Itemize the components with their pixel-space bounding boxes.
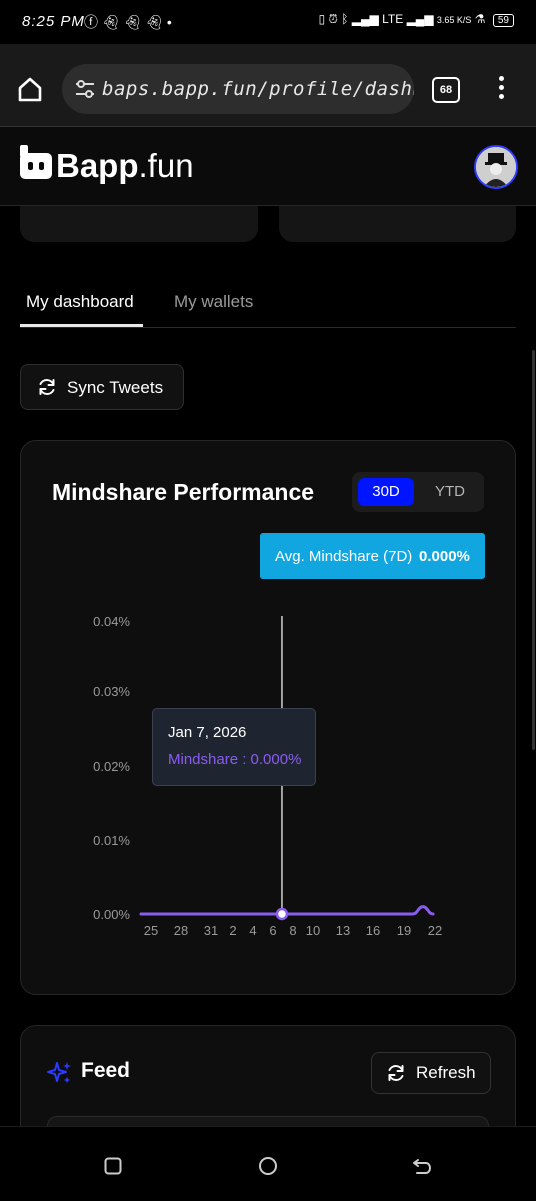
snapchat-icon: 👻︎ — [101, 14, 120, 30]
signal-icon: ▂▄▆ — [406, 12, 434, 26]
y-tick-label: 0.02% — [93, 759, 130, 774]
site-settings-icon[interactable] — [74, 78, 96, 100]
x-tick-label: 4 — [249, 923, 256, 938]
x-tick-label: 25 — [144, 923, 158, 938]
dot-icon: • — [166, 14, 172, 30]
tab-my-wallets[interactable]: My wallets — [174, 292, 253, 312]
bapp-logo-icon — [20, 145, 52, 179]
tooltip-date: Jan 7, 2026 — [168, 724, 247, 741]
x-tick-label: 28 — [174, 923, 188, 938]
status-time: 8:25 PM — [22, 13, 85, 30]
url-bar[interactable]: baps.bapp.fun/profile/dashboard — [62, 64, 414, 114]
x-tick-label: 8 — [289, 923, 296, 938]
scrollbar[interactable] — [532, 350, 535, 750]
browser-menu-icon[interactable] — [496, 76, 506, 106]
y-tick-label: 0.01% — [93, 833, 130, 848]
bluetooth-icon: ᛒ — [341, 12, 349, 26]
x-tick-label: 16 — [366, 923, 380, 938]
logo-suffix: .fun — [138, 147, 194, 184]
range-toggle: 30D YTD — [352, 472, 484, 512]
url-text[interactable]: baps.bapp.fun/profile/dashboard — [102, 78, 414, 100]
recents-icon[interactable] — [104, 1157, 122, 1175]
x-tick-label: 19 — [397, 923, 411, 938]
home-icon[interactable] — [16, 75, 44, 103]
range-30d-button[interactable]: 30D — [358, 478, 414, 506]
home-nav-icon[interactable] — [258, 1156, 278, 1176]
avg-mindshare-value: 0.000% — [419, 548, 470, 565]
range-ytd-button[interactable]: YTD — [422, 478, 478, 506]
sync-icon — [39, 379, 55, 395]
x-tick-label: 2 — [229, 923, 236, 938]
speed-text: 3.65 K/S — [436, 15, 472, 25]
refresh-label: Refresh — [416, 1063, 476, 1082]
tab-divider — [20, 327, 516, 328]
feed-card: Feed Refresh — [20, 1025, 516, 1148]
signal-icon: ▂▄▆ — [351, 12, 379, 26]
y-tick-label: 0.04% — [93, 614, 130, 629]
status-bar: 8:25 PM ⓕ 👻︎ 👻︎ 👻︎ • ▯ ⏰︎ ᛒ ▂▄▆ LTE ▂▄▆ … — [0, 0, 536, 44]
back-icon[interactable] — [412, 1157, 432, 1175]
vibrate-icon: ▯ — [318, 12, 326, 26]
chart-tooltip: Jan 7, 2026 Mindshare : 0.000% — [152, 708, 316, 786]
alarm-icon: ⏰︎ — [328, 12, 338, 26]
lab-icon: ⚗︎ — [474, 12, 486, 26]
x-tick-label: 13 — [336, 923, 350, 938]
avg-mindshare-label: Avg. Mindshare (7D) — [275, 548, 413, 565]
active-tab-indicator — [20, 324, 143, 327]
mindshare-card: Mindshare Performance 30D YTD Avg. Minds… — [20, 440, 516, 995]
battery-icon: 59 — [492, 14, 514, 27]
feed-title: Feed — [81, 1059, 131, 1082]
y-tick-label: 0.00% — [93, 907, 130, 922]
browser-toolbar: baps.bapp.fun/profile/dashboard 68 — [0, 44, 536, 127]
sparkles-icon — [47, 1062, 71, 1083]
facebook-icon: ⓕ — [84, 14, 98, 30]
system-icons: ▯ ⏰︎ ᛒ ▂▄▆ LTE ▂▄▆ 3.65 K/S ⚗︎ 59 — [319, 12, 514, 27]
network-type: LTE — [382, 12, 404, 26]
chart-title: Mindshare Performance — [52, 479, 315, 505]
tooltip-value: Mindshare : 0.000% — [168, 751, 302, 768]
x-tick-label: 22 — [428, 923, 442, 938]
logo-bold: Bapp — [56, 147, 139, 184]
x-tick-label: 10 — [306, 923, 320, 938]
avg-mindshare-badge: Avg. Mindshare (7D) 0.000% — [260, 533, 485, 579]
highlight-point — [275, 907, 289, 921]
notification-icons: ⓕ 👻︎ 👻︎ 👻︎ • — [84, 12, 172, 32]
site-header: Bapp.fun — [0, 127, 536, 206]
refresh-icon — [388, 1065, 404, 1081]
site-logo[interactable]: Bapp.fun — [56, 147, 194, 185]
snapchat-icon: 👻︎ — [123, 14, 142, 30]
y-tick-label: 0.03% — [93, 684, 130, 699]
tab-switcher-button[interactable]: 68 — [432, 77, 460, 103]
snapchat-icon: 👻︎ — [145, 14, 164, 30]
sync-tweets-label: Sync Tweets — [67, 378, 164, 397]
sync-tweets-button[interactable]: Sync Tweets — [20, 364, 184, 410]
x-tick-label: 6 — [269, 923, 276, 938]
avatar[interactable] — [474, 145, 518, 189]
system-nav-bar — [0, 1126, 536, 1201]
tab-my-dashboard[interactable]: My dashboard — [26, 292, 134, 312]
refresh-button[interactable]: Refresh — [371, 1052, 491, 1094]
x-tick-label: 31 — [204, 923, 218, 938]
